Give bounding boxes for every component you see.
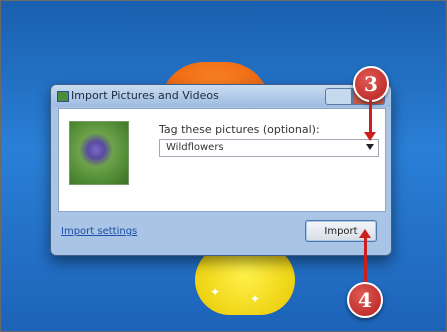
tag-label: Tag these pictures (optional): (159, 123, 320, 136)
dialog-title: Import Pictures and Videos (71, 89, 219, 102)
tag-combobox[interactable]: Wildflowers (159, 139, 379, 157)
chevron-down-icon[interactable] (366, 144, 374, 150)
import-icon (57, 91, 69, 102)
tag-value: Wildflowers (166, 142, 224, 153)
callout-arrow-line (369, 100, 372, 134)
arrow-down-icon (364, 132, 376, 141)
sparkle-icon: ✦ (210, 285, 221, 299)
callout-step-3: 3 (353, 66, 389, 102)
dialog-content: Tag these pictures (optional): Wildflowe… (58, 108, 386, 212)
callout-step-4: 4 (347, 282, 383, 318)
dialog-titlebar[interactable]: Import Pictures and Videos (51, 85, 391, 107)
minimize-button[interactable] (325, 88, 353, 105)
import-settings-link[interactable]: Import settings (61, 226, 137, 237)
sparkle-icon: ✦ (250, 292, 261, 306)
arrow-up-icon (359, 229, 371, 238)
callout-arrow-line (364, 237, 367, 282)
import-pictures-dialog: Import Pictures and Videos Tag these pic… (50, 84, 392, 256)
picture-thumbnail (69, 121, 129, 185)
